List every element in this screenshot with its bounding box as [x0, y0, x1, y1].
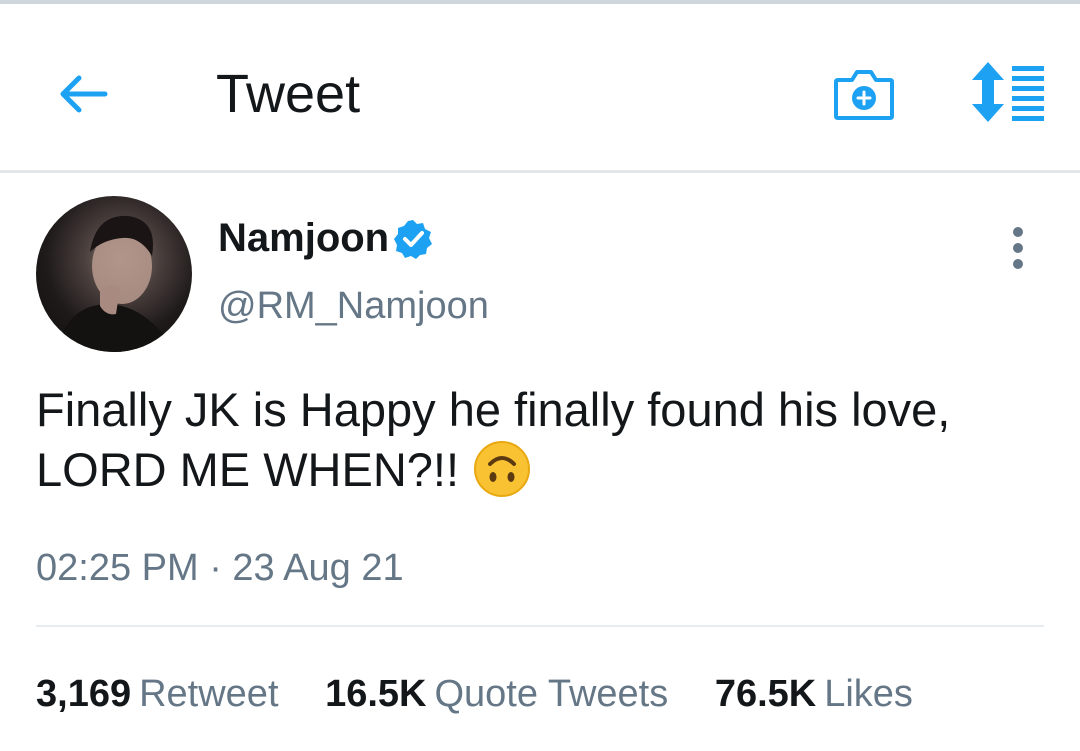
- author-display-name[interactable]: Namjoon: [218, 214, 389, 262]
- camera-button[interactable]: [832, 66, 896, 122]
- sort-button[interactable]: [968, 60, 1048, 124]
- tweet-timestamp[interactable]: 02:25 PM · 23 Aug 21: [36, 544, 404, 592]
- more-options-button[interactable]: [1000, 224, 1036, 272]
- retweets-count: 3,169: [36, 673, 132, 715]
- verified-badge-icon: [394, 220, 432, 259]
- likes-stat[interactable]: 76.5K Likes: [715, 673, 913, 715]
- quote-tweets-count: 16.5K: [325, 673, 427, 715]
- sort-list-icon: [972, 62, 1044, 122]
- quote-tweets-stat[interactable]: 16.5K Quote Tweets: [325, 673, 668, 715]
- retweets-stat[interactable]: 3,169 Retweet: [36, 673, 279, 715]
- tweet-text: Finally JK is Happy he finally found his…: [36, 380, 1046, 500]
- app-header: Tweet: [0, 4, 1080, 170]
- retweets-label: Retweet: [139, 673, 279, 715]
- avatar-photo: [56, 215, 176, 352]
- avatar[interactable]: [36, 196, 192, 352]
- quote-tweets-label: Quote Tweets: [434, 673, 669, 715]
- stats-divider: [36, 625, 1044, 627]
- camera-plus-icon: [834, 70, 894, 120]
- likes-label: Likes: [824, 673, 913, 715]
- header-divider: [0, 170, 1080, 173]
- likes-count: 76.5K: [714, 673, 817, 715]
- arrow-left-icon: [60, 75, 108, 113]
- tweet-stats: 3,169 Retweet 16.5K Quote Tweets 76.5K Like…: [36, 668, 949, 720]
- page-title: Tweet: [216, 64, 361, 124]
- more-vertical-icon: [1013, 227, 1023, 269]
- author-handle[interactable]: @RM_Namjoon: [218, 282, 489, 330]
- back-button[interactable]: [52, 66, 114, 122]
- upside-down-face-emoji: [474, 440, 531, 497]
